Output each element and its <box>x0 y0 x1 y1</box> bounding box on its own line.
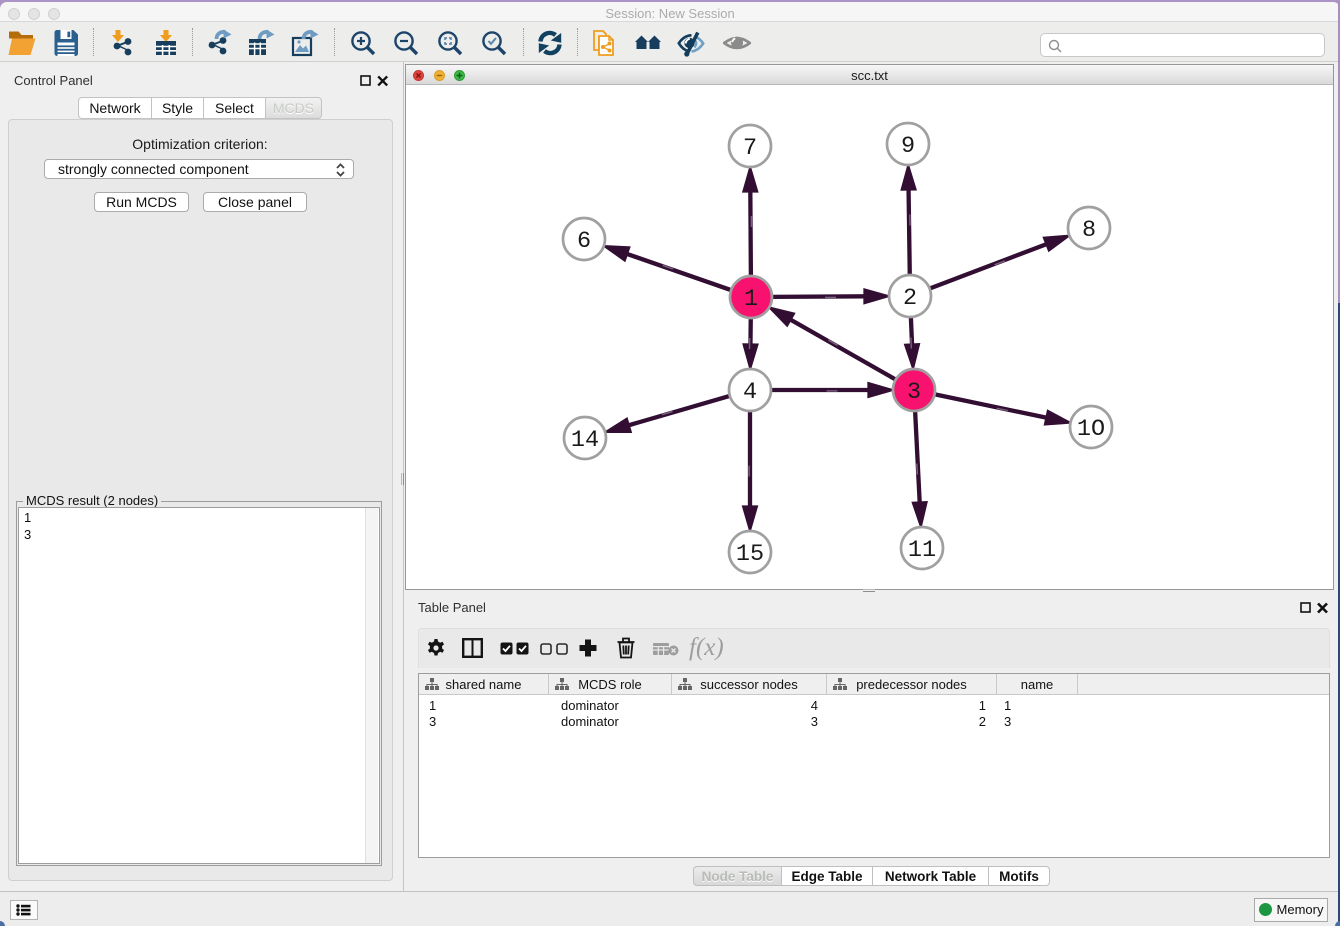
svg-text:2: 2 <box>903 285 917 312</box>
svg-text:3: 3 <box>907 379 921 406</box>
svg-text:11: 11 <box>908 537 936 564</box>
svg-text:6: 6 <box>577 228 591 255</box>
svg-text:8: 8 <box>1082 217 1096 244</box>
svg-text:14: 14 <box>571 427 599 454</box>
svg-text:1: 1 <box>744 286 758 313</box>
svg-text:1O: 1O <box>1077 416 1105 443</box>
svg-text:7: 7 <box>743 135 757 162</box>
svg-text:9: 9 <box>901 133 915 160</box>
svg-text:4: 4 <box>743 379 757 406</box>
svg-text:15: 15 <box>736 541 764 568</box>
